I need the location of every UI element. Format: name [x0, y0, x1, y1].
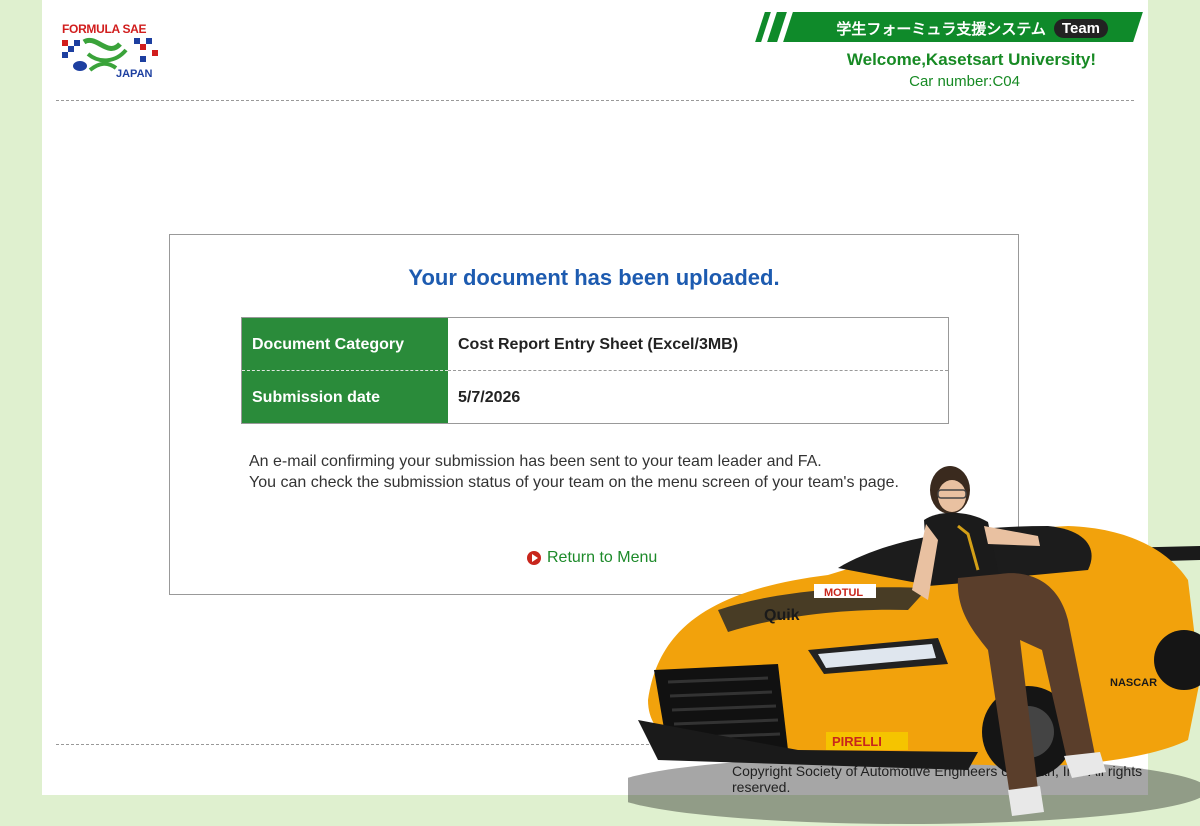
motul-text: MOTUL [824, 587, 863, 599]
person-shoe-left [1008, 786, 1044, 816]
person-face [938, 480, 966, 512]
logo-text-bottom: JAPAN [116, 68, 153, 80]
system-title: 学生フォーミュラ支援システム [836, 20, 1046, 38]
document-category-value: Cost Report Entry Sheet (Excel/3MB) [448, 318, 948, 371]
submission-info-table: Document Category Cost Report Entry Shee… [241, 317, 949, 424]
document-category-label: Document Category [242, 318, 448, 371]
page-title: Your document has been uploaded. [408, 265, 780, 290]
pirelli-text: PIRELLI [832, 734, 882, 749]
header-divider [56, 100, 1134, 101]
welcome-message: Welcome,Kasetsart University! [846, 50, 1096, 69]
nascar-text: NASCAR [1110, 677, 1157, 689]
race-car-photo: MOTUL Quik PIRELLI NASCAR [628, 466, 1200, 824]
submission-date-value: 5/7/2026 [458, 389, 521, 406]
car-number: Car number:C04 [909, 73, 1020, 90]
submission-date-label: Submission date [242, 371, 448, 423]
quik-text: Quik [764, 607, 800, 624]
team-badge: Team [1053, 18, 1108, 38]
play-arrow-icon [527, 551, 541, 565]
formula-sae-japan-logo[interactable]: FORMULA SAE JAPAN [60, 20, 164, 84]
system-banner: 学生フォーミュラ支援システム Team [802, 15, 1132, 41]
